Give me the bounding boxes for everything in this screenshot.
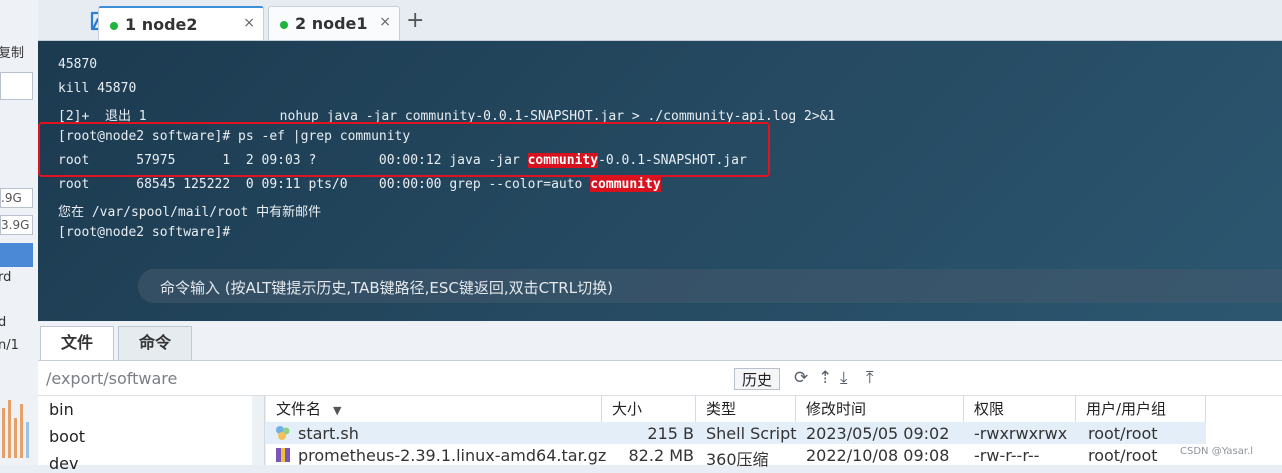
tab-files[interactable]: 文件	[40, 326, 114, 360]
terminal-output[interactable]: 45870 kill 45870 [2]+ 退出 1 nohup java -j…	[38, 41, 1282, 321]
column-header-mtime[interactable]: 修改时间	[796, 396, 964, 422]
tree-item-dev[interactable]: dev	[49, 454, 78, 473]
tab-label: 2 node1	[295, 14, 368, 33]
tree-scrollbar[interactable]	[252, 396, 264, 465]
terminal-line: 45870	[58, 57, 98, 72]
tab-node1[interactable]: 2 node1 ×	[268, 6, 400, 40]
tree-item-boot[interactable]: boot	[49, 427, 85, 446]
file-owner: root/root	[1088, 424, 1158, 443]
side-selected-row[interactable]	[0, 243, 33, 267]
mini-chart-icon	[2, 400, 29, 458]
file-type: 360压缩	[706, 450, 769, 469]
path-bar: /export/software 历史 ⟳ ⇡ ⤓ ⤒	[38, 361, 1282, 396]
archive-icon	[276, 448, 290, 462]
copy-label[interactable]: 复制	[0, 42, 24, 61]
path-input[interactable]: /export/software	[46, 369, 177, 388]
close-icon[interactable]: ×	[243, 15, 255, 31]
history-button[interactable]: 历史	[734, 368, 780, 390]
column-header-permissions[interactable]: 权限	[964, 396, 1076, 422]
column-header-type[interactable]: 类型	[696, 396, 796, 422]
annotation-highlight-box	[38, 122, 770, 177]
tab-label: 1 node2	[125, 15, 198, 34]
resize-grip[interactable]: ....	[874, 313, 893, 321]
sort-desc-icon: ▼	[333, 404, 342, 417]
file-mtime: 2023/05/05 09:02	[806, 424, 950, 443]
command-input[interactable]: 命令输入 (按ALT键提示历史,TAB键路径,ESC键返回,双击CTRL切换)	[138, 269, 1282, 303]
file-permissions: -rwxrwxrwx	[974, 424, 1068, 443]
command-input-placeholder: 命令输入 (按ALT键提示历史,TAB键路径,ESC键返回,双击CTRL切换)	[160, 279, 613, 297]
connected-status-icon	[280, 21, 288, 29]
file-permissions: -rw-r--r--	[974, 446, 1040, 465]
side-input[interactable]	[0, 72, 33, 100]
terminal-prompt: [root@node2 software]#	[58, 225, 231, 240]
side-fragment-3: n/1	[0, 338, 19, 353]
column-header-owner[interactable]: 用户/用户组	[1076, 396, 1206, 422]
tab-commands[interactable]: 命令	[118, 326, 192, 360]
watermark-credit: CSDN @Yasar.l	[1180, 446, 1254, 457]
left-side-panel: 复制 .9G 3.9G rd d n/1	[0, 0, 39, 465]
session-tab-bar: 1 node2 × 2 node1 × +	[38, 0, 1282, 41]
file-mtime: 2022/10/08 09:08	[806, 446, 950, 465]
file-owner: root/root	[1088, 446, 1158, 465]
file-size: 215 B	[647, 424, 694, 443]
grep-match-highlight: community	[590, 177, 661, 192]
file-name[interactable]: prometheus-2.39.1.linux-amd64.tar.gz	[298, 446, 606, 465]
file-size: 82.2 MB	[628, 446, 695, 465]
close-icon[interactable]: ×	[379, 14, 391, 30]
file-list: 文件名 ▼ 大小 类型 修改时间 权限 用户/用户组 start.sh 215 B…	[266, 396, 1282, 469]
terminal-line: kill 45870	[58, 81, 137, 96]
column-header-size[interactable]: 大小	[602, 396, 696, 422]
terminal-line: root 68545 125222 0 09:11 pts/0 00:00:00…	[58, 177, 661, 192]
bottom-panel-tabs: 文件 命令	[38, 322, 1282, 361]
new-tab-button[interactable]: +	[406, 8, 424, 33]
connected-status-icon	[110, 22, 118, 30]
side-size-2: 3.9G	[0, 215, 33, 235]
side-fragment-2: d	[0, 315, 6, 330]
tab-node2[interactable]: 1 node2 ×	[98, 6, 264, 40]
file-type: Shell Script	[706, 424, 797, 443]
terminal-line: 您在 /var/spool/mail/root 中有新邮件	[58, 205, 322, 220]
shell-script-icon	[276, 426, 290, 440]
directory-tree: bin boot dev	[38, 396, 265, 473]
tree-item-bin[interactable]: bin	[49, 400, 74, 419]
side-fragment-1: rd	[0, 270, 12, 285]
side-size-1: .9G	[0, 188, 33, 208]
column-header-name[interactable]: 文件名 ▼	[266, 396, 602, 422]
upload-icon[interactable]: ⤒	[866, 368, 874, 388]
up-directory-icon[interactable]: ⇡	[818, 368, 832, 388]
download-icon[interactable]: ⤓	[840, 368, 848, 388]
file-name[interactable]: start.sh	[298, 424, 359, 443]
refresh-icon[interactable]: ⟳	[794, 368, 808, 388]
